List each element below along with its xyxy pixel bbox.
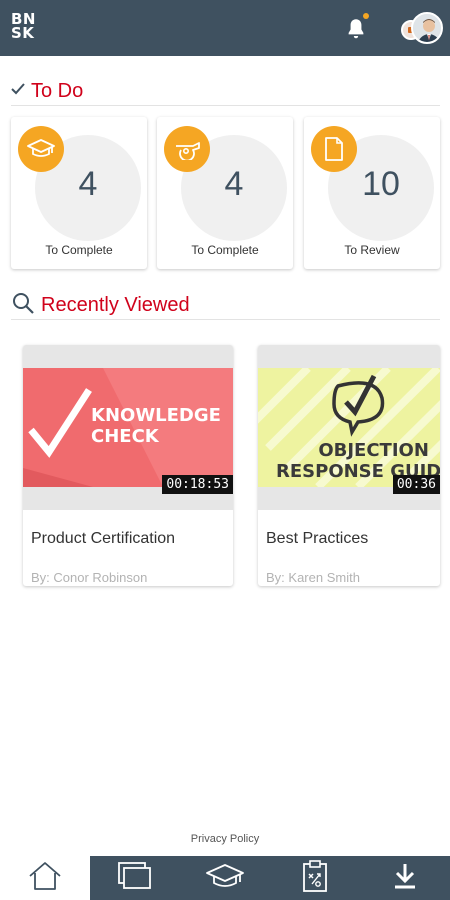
card-author: By: Karen Smith <box>266 570 360 585</box>
video-duration: 00:36 <box>392 475 440 494</box>
card-author: By: Conor Robinson <box>31 570 148 585</box>
todo-card-review[interactable]: 10 To Review <box>304 117 440 269</box>
user-menu[interactable] <box>401 12 443 48</box>
nav-home[interactable] <box>0 856 90 900</box>
divider <box>11 319 440 320</box>
recent-card-product-certification[interactable]: KNOWLEDGE CHECK 00:18:53 Product Certifi… <box>23 345 233 586</box>
search-icon <box>11 291 35 320</box>
todo-title: To Do <box>31 79 84 102</box>
recent-section-header: Recently Viewed <box>11 290 190 320</box>
thumb-text-line-1: KNOWLEDGE <box>91 405 221 426</box>
divider <box>11 105 440 106</box>
thumb-text-line-1: OBJECTION <box>318 440 429 461</box>
nav-library[interactable] <box>90 856 180 900</box>
recent-card-best-practices[interactable]: OBJECTION RESPONSE GUID 00:36 Best Pract… <box>258 345 440 586</box>
courses-icon <box>205 862 245 895</box>
todo-count: 4 <box>224 165 244 203</box>
bottom-nav <box>0 856 450 900</box>
thumbnail-area: OBJECTION RESPONSE GUID 00:36 <box>258 345 440 510</box>
thumb-text-line-2: CHECK <box>91 426 159 447</box>
notification-dot <box>363 13 369 19</box>
todo-label: To Review <box>344 243 400 257</box>
thumbnail-image: OBJECTION RESPONSE GUID <box>258 368 440 487</box>
nav-courses[interactable] <box>180 856 270 900</box>
home-icon <box>27 861 63 896</box>
avatar[interactable] <box>411 12 443 44</box>
thumbnail-image: KNOWLEDGE CHECK <box>23 368 233 487</box>
bell-icon[interactable] <box>343 16 369 42</box>
app-header: BN SK <box>0 0 450 56</box>
coaching-clipboard-icon <box>302 859 328 897</box>
card-title: Product Certification <box>31 530 176 547</box>
app-logo[interactable]: BN SK <box>11 12 41 42</box>
todo-card-coaching[interactable]: 4 To Complete <box>157 117 293 269</box>
library-icon <box>118 861 152 895</box>
recent-title: Recently Viewed <box>41 293 190 316</box>
todo-section-header: To Do <box>11 76 83 106</box>
todo-label: To Complete <box>191 243 259 257</box>
thumbnail-area: KNOWLEDGE CHECK 00:18:53 <box>23 345 233 510</box>
card-title: Best Practices <box>266 530 369 547</box>
todo-count: 10 <box>362 165 400 203</box>
privacy-policy-link[interactable]: Privacy Policy <box>0 833 450 845</box>
nav-coaching[interactable] <box>270 856 360 900</box>
download-icon <box>392 862 418 895</box>
todo-card-courses[interactable]: 4 To Complete <box>11 117 147 269</box>
nav-downloads[interactable] <box>360 856 450 900</box>
todo-label: To Complete <box>45 243 113 257</box>
todo-count: 4 <box>78 165 98 203</box>
check-icon <box>11 82 25 100</box>
video-duration: 00:18:53 <box>162 475 233 494</box>
logo-line-2: SK <box>11 24 35 42</box>
